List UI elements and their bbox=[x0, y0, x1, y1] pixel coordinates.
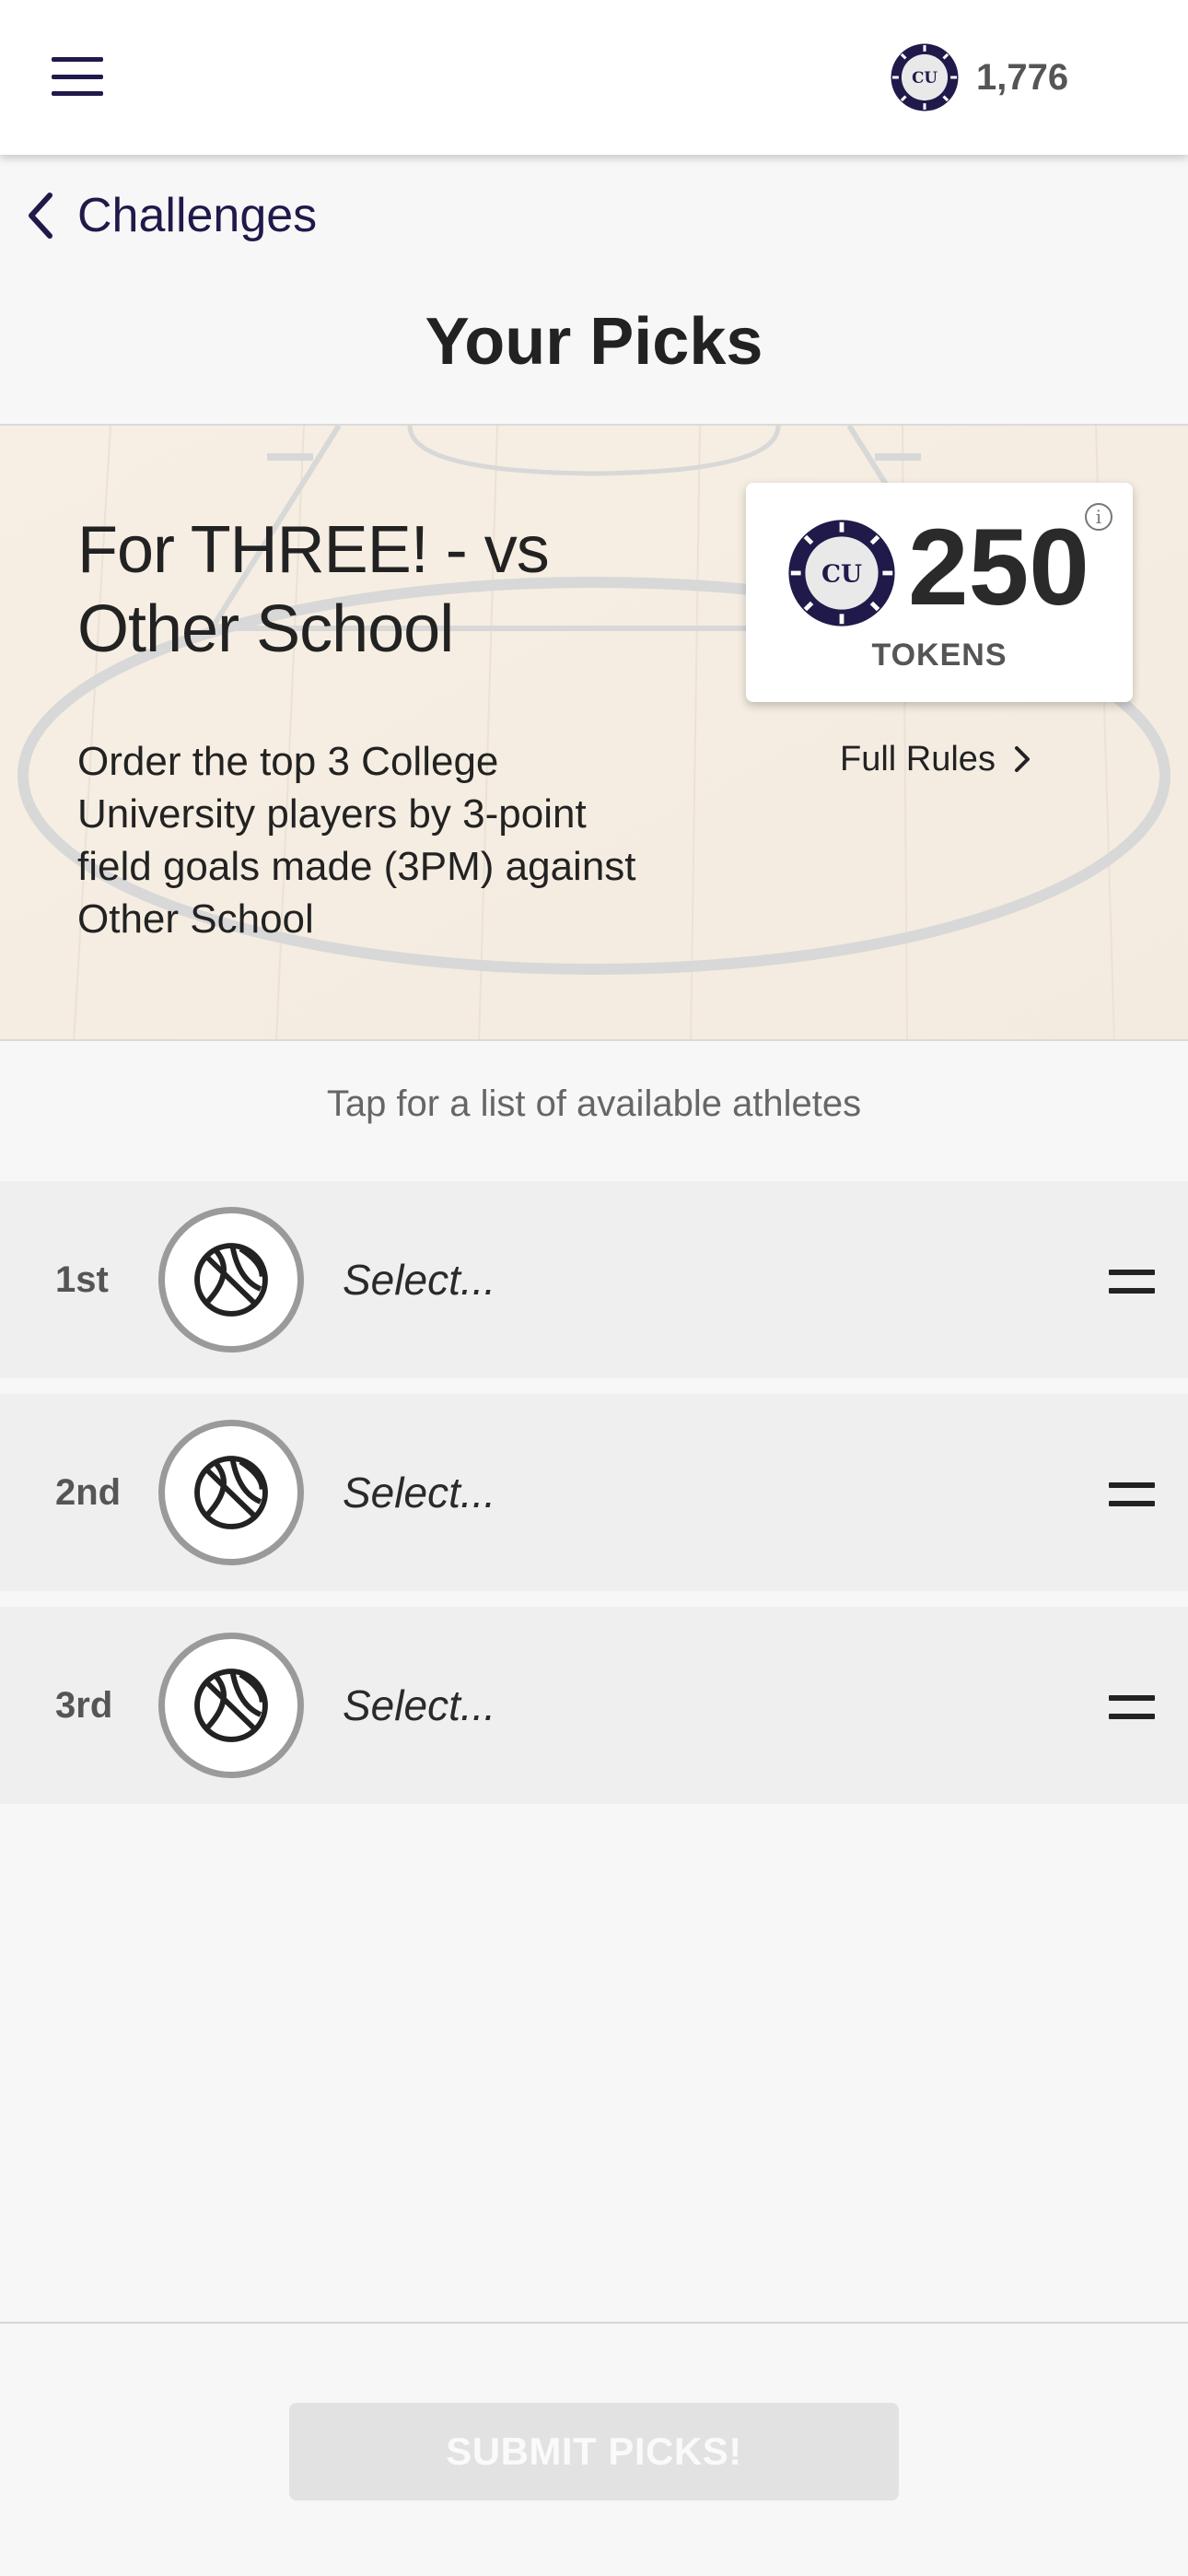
select-athlete-placeholder: Select... bbox=[343, 1681, 496, 1729]
challenge-title: For THREE! - vs Other School bbox=[77, 513, 550, 666]
full-rules-link[interactable]: Full Rules bbox=[840, 732, 1032, 787]
challenge-description: Order the top 3 College University playe… bbox=[77, 739, 636, 942]
back-label: Challenges bbox=[77, 189, 318, 242]
token-prize-unit: TOKENS bbox=[871, 638, 1007, 673]
basketball-icon bbox=[194, 1243, 268, 1317]
pick-row-1st[interactable]: 1st Select... bbox=[0, 1181, 1188, 1378]
balance-value: 1,776 bbox=[976, 56, 1069, 98]
drag-handle-icon[interactable] bbox=[1109, 1270, 1155, 1294]
pick-rank: 1st bbox=[55, 1259, 109, 1300]
page-title: Your Picks bbox=[425, 305, 763, 379]
pick-row-3rd[interactable]: 3rd Select... bbox=[0, 1607, 1188, 1804]
token-prize-card: CU 250 TOKENS i bbox=[746, 483, 1133, 702]
basketball-icon bbox=[194, 1669, 268, 1742]
athlete-avatar[interactable] bbox=[158, 1207, 304, 1352]
back-to-challenges-link[interactable]: Challenges bbox=[22, 181, 317, 251]
full-rules-label: Full Rules bbox=[840, 739, 996, 779]
token-prize-value: 250 bbox=[908, 507, 1089, 628]
chevron-right-icon bbox=[1014, 746, 1030, 772]
cu-coin-icon: CU bbox=[891, 43, 959, 111]
basketball-icon bbox=[194, 1456, 268, 1529]
drag-handle-icon[interactable] bbox=[1109, 1695, 1155, 1719]
svg-text:CU: CU bbox=[821, 560, 862, 589]
footer-bar: SUBMIT PICKS! bbox=[0, 2322, 1188, 2576]
token-balance[interactable]: CU 1,776 bbox=[890, 41, 1068, 114]
athlete-avatar[interactable] bbox=[158, 1420, 304, 1565]
svg-text:CU: CU bbox=[912, 68, 938, 87]
athletes-hint: Tap for a list of available athletes bbox=[326, 1083, 862, 1124]
select-athlete-placeholder: Select... bbox=[343, 1469, 496, 1516]
drag-handle-icon[interactable] bbox=[1109, 1482, 1155, 1506]
pick-rank: 2nd bbox=[55, 1472, 122, 1513]
submit-picks-button[interactable]: SUBMIT PICKS! bbox=[289, 2403, 899, 2500]
hamburger-icon[interactable] bbox=[52, 57, 103, 96]
pick-row-2nd[interactable]: 2nd Select... bbox=[0, 1394, 1188, 1591]
select-athlete-placeholder: Select... bbox=[343, 1256, 496, 1304]
chevron-left-icon bbox=[29, 193, 52, 239]
athlete-avatar[interactable] bbox=[158, 1633, 304, 1778]
challenge-banner: For THREE! - vs Other School Order the t… bbox=[0, 424, 1188, 1041]
info-icon[interactable]: i bbox=[1085, 503, 1112, 531]
pick-rank: 3rd bbox=[55, 1685, 113, 1726]
app-header: CU 1,776 bbox=[0, 0, 1188, 155]
cu-coin-icon: CU bbox=[788, 520, 895, 626]
